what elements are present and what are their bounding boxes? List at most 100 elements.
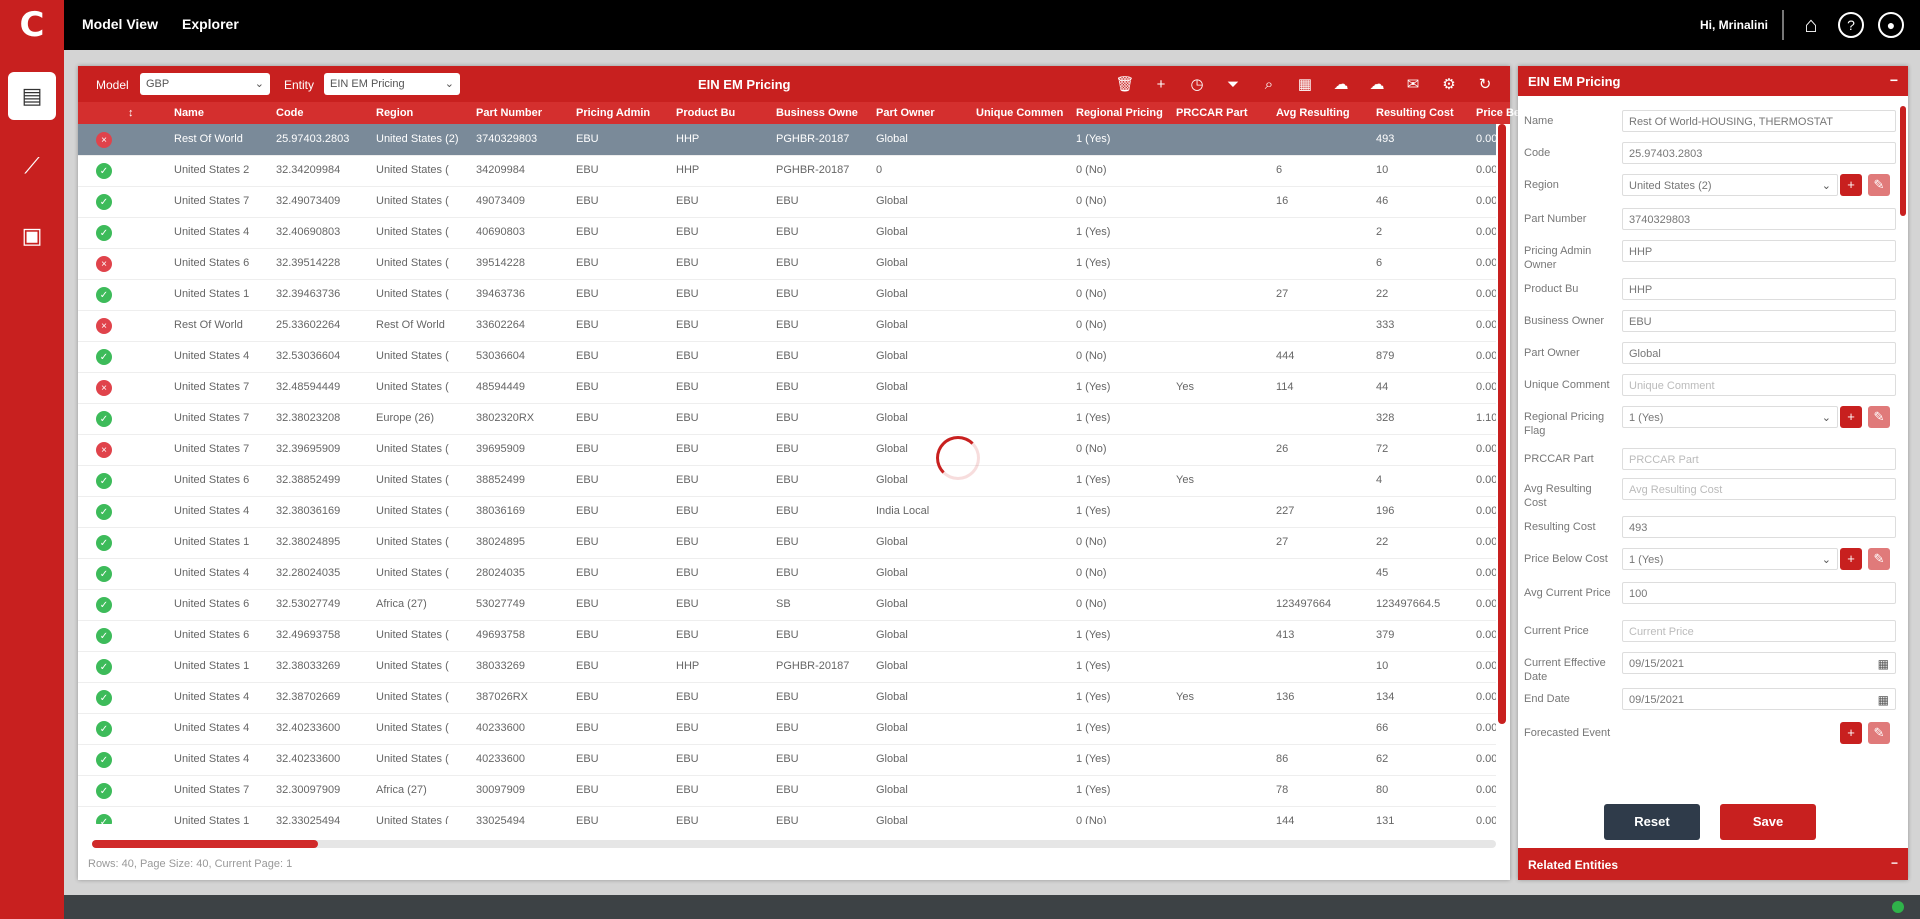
column-header-business-owner[interactable]: Business Owne: [776, 107, 858, 119]
horizontal-scrollbar[interactable]: [92, 840, 1496, 848]
table-row[interactable]: ✓ United States 4 32.28024035 United States…: [78, 558, 1496, 590]
mail-icon[interactable]: ✉: [1402, 73, 1424, 95]
column-header-name[interactable]: Name: [174, 107, 204, 119]
entity-select[interactable]: EIN EM Pricing ⌄: [324, 73, 460, 95]
select-field[interactable]: 1 (Yes) ⌄: [1622, 548, 1838, 570]
text-field[interactable]: 493: [1622, 516, 1896, 538]
table-row[interactable]: ✓ United States 1 32.38033269 United States…: [78, 651, 1496, 683]
column-header-part-number[interactable]: Part Number: [476, 107, 542, 119]
date-field[interactable]: 09/15/2021 ▦: [1622, 688, 1896, 710]
text-field[interactable]: EBU: [1622, 310, 1896, 332]
vertical-scrollbar[interactable]: [1498, 124, 1506, 724]
table-row[interactable]: ✓ United States 2 32.34209984 United States…: [78, 155, 1496, 187]
table-row[interactable]: ✓ United States 4 32.38702669 United States…: [78, 682, 1496, 714]
download-icon[interactable]: ☁: [1366, 73, 1388, 95]
save-button[interactable]: Save: [1720, 804, 1816, 840]
filter-cell[interactable]: HHP: [676, 133, 772, 145]
column-header-resulting-cost[interactable]: Resulting Cost: [1376, 107, 1454, 119]
table-row[interactable]: × United States 7 32.48594449 United States…: [78, 372, 1496, 404]
column-header-prccar-part[interactable]: PRCCAR Part: [1176, 107, 1248, 119]
search-icon[interactable]: ⌕: [1258, 73, 1280, 95]
add-icon[interactable]: +: [1840, 722, 1862, 744]
chart-line-icon[interactable]: ⟋: [8, 142, 56, 190]
scroll-thumb[interactable]: [92, 840, 318, 848]
column-header-pricing-admin[interactable]: Pricing Admin: [576, 107, 650, 119]
filter-cell[interactable]: 0.00: [1476, 133, 1496, 145]
table-row[interactable]: ✓ United States 1 32.33025494 United States…: [78, 806, 1496, 824]
table-row[interactable]: ✓ United States 7 32.38023208 Europe (26) 38…: [78, 403, 1496, 435]
select-field[interactable]: 1 (Yes) ⌄: [1622, 406, 1838, 428]
clock-icon[interactable]: ◷: [1186, 73, 1208, 95]
filter-row[interactable]: × Rest Of World 25.97403.2803 United Sta…: [78, 124, 1496, 156]
refresh-icon[interactable]: ↻: [1474, 73, 1496, 95]
column-header-unique-comment[interactable]: Unique Commen: [976, 107, 1063, 119]
briefcase-icon[interactable]: ▣: [8, 212, 56, 260]
table-row[interactable]: ✓ United States 1 32.39463736 United States…: [78, 279, 1496, 311]
table-row[interactable]: × United States 6 32.39514228 United States…: [78, 248, 1496, 280]
logo[interactable]: C: [0, 0, 64, 50]
text-field[interactable]: 3740329803: [1622, 208, 1896, 230]
add-icon[interactable]: +: [1840, 548, 1862, 570]
edit-icon[interactable]: ✎: [1868, 174, 1890, 196]
reset-button[interactable]: Reset: [1604, 804, 1700, 840]
add-icon[interactable]: +: [1840, 406, 1862, 428]
filter-icon[interactable]: ⏷: [1222, 73, 1244, 95]
table-row[interactable]: ✓ United States 4 32.40233600 United States…: [78, 713, 1496, 745]
text-field[interactable]: 25.97403.2803: [1622, 142, 1896, 164]
text-field[interactable]: Global: [1622, 342, 1896, 364]
text-field[interactable]: HHP: [1622, 278, 1896, 300]
grid-icon[interactable]: ▦: [1294, 73, 1316, 95]
edit-icon[interactable]: ✎: [1868, 548, 1890, 570]
edit-icon[interactable]: ✎: [1868, 406, 1890, 428]
select-field[interactable]: United States (2) ⌄: [1622, 174, 1838, 196]
text-field[interactable]: Rest Of World-HOUSING, THERMOSTAT: [1622, 110, 1896, 132]
filter-cell[interactable]: 25.97403.2803: [276, 133, 372, 145]
column-header-part-owner[interactable]: Part Owner: [876, 107, 935, 119]
filter-cell[interactable]: Rest Of World: [174, 133, 270, 145]
settings-icon[interactable]: ⚙: [1438, 73, 1460, 95]
filter-cell[interactable]: United States (2): [376, 133, 472, 145]
table-row[interactable]: ✓ United States 6 32.38852499 United States…: [78, 465, 1496, 497]
column-header-regional-pricing[interactable]: Regional Pricing: [1076, 107, 1163, 119]
table-row[interactable]: ✓ United States 7 32.30097909 Africa (27) 30…: [78, 775, 1496, 807]
add-icon[interactable]: +: [1150, 73, 1172, 95]
model-select[interactable]: GBP ⌄: [140, 73, 270, 95]
nav-explorer[interactable]: Explorer: [182, 16, 239, 32]
text-field[interactable]: PRCCAR Part: [1622, 448, 1896, 470]
filter-cell[interactable]: 1 (Yes): [1076, 133, 1172, 145]
table-row[interactable]: × Rest Of World 25.33602264 Rest Of World 33…: [78, 310, 1496, 342]
column-header-code[interactable]: Code: [276, 107, 304, 119]
table-row[interactable]: ✓ United States 1 32.38024895 United States…: [78, 527, 1496, 559]
database-icon[interactable]: ▤: [8, 72, 56, 120]
table-row[interactable]: ✓ United States 7 32.49073409 United States…: [78, 186, 1496, 218]
table-row[interactable]: ✓ United States 4 32.40690803 United States…: [78, 217, 1496, 249]
text-field[interactable]: 100: [1622, 582, 1896, 604]
text-field[interactable]: Unique Comment: [1622, 374, 1896, 396]
calendar-icon[interactable]: ▦: [1878, 689, 1889, 709]
user-icon[interactable]: ●: [1878, 12, 1904, 38]
text-field[interactable]: HHP: [1622, 240, 1896, 262]
help-icon[interactable]: ?: [1838, 12, 1864, 38]
nav-model-view[interactable]: Model View: [82, 16, 158, 32]
filter-cell[interactable]: 493: [1376, 133, 1472, 145]
filter-cell[interactable]: 3740329803: [476, 133, 572, 145]
date-field[interactable]: 09/15/2021 ▦: [1622, 652, 1896, 674]
text-field[interactable]: Current Price: [1622, 620, 1896, 642]
filter-cell[interactable]: Global: [876, 133, 972, 145]
table-row[interactable]: ✓ United States 6 32.49693758 United States…: [78, 620, 1496, 652]
column-header-avg-resulting[interactable]: Avg Resulting: [1276, 107, 1350, 119]
related-entities-bar[interactable]: Related Entities −: [1518, 848, 1908, 880]
close-icon[interactable]: −: [1890, 72, 1898, 88]
home-icon[interactable]: ⌂: [1798, 12, 1824, 38]
form-scrollbar[interactable]: [1900, 106, 1906, 216]
collapse-icon[interactable]: −: [1891, 856, 1898, 870]
table-row[interactable]: ✓ United States 4 32.53036604 United States…: [78, 341, 1496, 373]
table-row[interactable]: ✓ United States 6 32.53027749 Africa (27) 53…: [78, 589, 1496, 621]
edit-icon[interactable]: ✎: [1868, 722, 1890, 744]
column-header-region[interactable]: Region: [376, 107, 413, 119]
table-row[interactable]: ✓ United States 4 32.40233600 United States…: [78, 744, 1496, 776]
table-row[interactable]: × United States 7 32.39695909 United States…: [78, 434, 1496, 466]
add-icon[interactable]: +: [1840, 174, 1862, 196]
calendar-icon[interactable]: ▦: [1878, 653, 1889, 673]
table-row[interactable]: ✓ United States 4 32.38036169 United States…: [78, 496, 1496, 528]
